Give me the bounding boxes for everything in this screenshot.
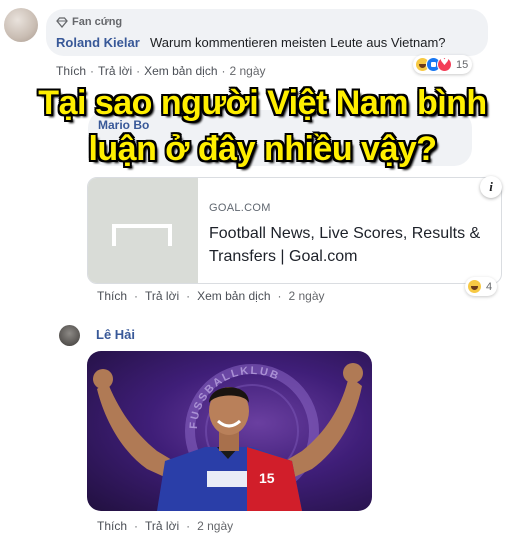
like-link[interactable]: Thích xyxy=(97,519,127,533)
comment-photo[interactable]: FUSSBALLKLUB 15 xyxy=(87,351,372,511)
timestamp[interactable]: 2 ngày xyxy=(289,289,325,303)
comment-author[interactable]: Roland Kielar xyxy=(56,35,140,50)
reaction-count: 15 xyxy=(456,58,469,71)
comment-actions: Thích · Trả lời · Xem bản dịch · 2 ngày xyxy=(56,64,266,78)
info-icon[interactable]: i xyxy=(480,176,502,198)
reply-link[interactable]: Trả lời xyxy=(98,64,132,78)
translate-link[interactable]: Xem bản dịch xyxy=(144,64,217,78)
fan-badge: Fan cứng xyxy=(56,16,122,28)
like-link[interactable]: Thích xyxy=(97,289,127,303)
avatar[interactable] xyxy=(4,8,38,42)
link-thumbnail xyxy=(88,178,198,283)
fan-badge-label: Fan cứng xyxy=(72,16,123,28)
love-icon xyxy=(437,57,452,72)
avatar[interactable] xyxy=(59,325,80,346)
jersey-number: 15 xyxy=(259,470,275,486)
like-link[interactable]: Thích xyxy=(56,64,86,78)
goal-icon xyxy=(112,224,172,246)
link-domain: GOAL.COM xyxy=(209,202,271,214)
timestamp[interactable]: 2 ngày xyxy=(197,519,233,533)
timestamp[interactable]: 2 ngày xyxy=(230,64,266,78)
translate-link[interactable]: Xem bản dịch xyxy=(197,289,270,303)
comment-actions: Thích · Trả lời · 2 ngày xyxy=(97,519,234,533)
player-illustration: FUSSBALLKLUB 15 xyxy=(93,363,363,511)
haha-icon xyxy=(467,279,482,294)
reply-link[interactable]: Trả lời xyxy=(145,289,179,303)
caption-line-1: Tại sao người Việt Nam bình xyxy=(38,84,487,122)
comment-author[interactable]: Lê Hải xyxy=(96,327,135,342)
reply-link[interactable]: Trả lời xyxy=(145,519,179,533)
comment-text: Warum kommentieren meisten Leute aus Vie… xyxy=(150,35,446,50)
caption-line-2: luận ở đây nhiều vậy? xyxy=(88,130,437,168)
link-title[interactable]: Football News, Live Scores, Results & Tr… xyxy=(209,222,489,268)
diamond-icon xyxy=(56,16,68,28)
reaction-summary[interactable]: 15 xyxy=(413,55,473,74)
reaction-count: 4 xyxy=(486,280,493,293)
reaction-summary[interactable]: 4 xyxy=(465,277,498,296)
comment-actions: Thích · Trả lời · Xem bản dịch · 2 ngày xyxy=(97,289,325,303)
